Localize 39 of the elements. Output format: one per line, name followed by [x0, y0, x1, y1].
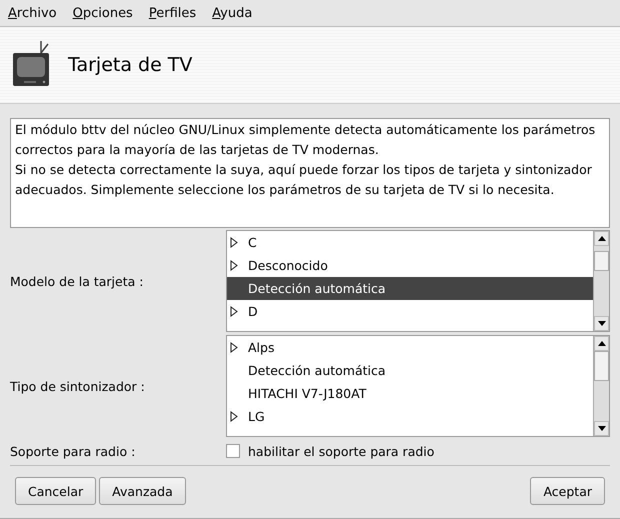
list-item[interactable]: C: [227, 231, 593, 254]
menu-item[interactable]: Perfiles: [148, 6, 196, 20]
list-box[interactable]: Alps Detección automática HITACHI V7-J180AT LG: [226, 335, 610, 437]
description-text: Si no se detecta correctamente la suya, aquí puede forzar los tipos de tarjeta y sintonizador adecuados. Simplemente seleccione los parámetros de su tarjeta de TV si lo necesita.: [15, 161, 593, 199]
list-item[interactable]: HITACHI V7-J180AT: [227, 382, 593, 405]
scroll-up-icon[interactable]: [598, 236, 606, 241]
list-item[interactable]: Detección automática: [227, 277, 593, 300]
expander-icon[interactable]: [230, 237, 238, 248]
menu-item[interactable]: Ayuda: [212, 6, 252, 20]
list-item[interactable]: D: [227, 300, 593, 323]
tv-icon: [12, 39, 50, 87]
checkbox[interactable]: [226, 444, 240, 458]
scroll-down-icon[interactable]: [598, 321, 606, 326]
expander-icon[interactable]: [230, 411, 238, 422]
dialog-button[interactable]: Cancelar: [15, 477, 96, 505]
scrollbar[interactable]: [593, 231, 609, 331]
menu-item[interactable]: Opciones: [72, 6, 133, 20]
expander-icon[interactable]: [230, 260, 238, 271]
scrollbar-thumb[interactable]: [594, 251, 609, 271]
checkbox-label[interactable]: habilitar el soporte para radio: [248, 444, 434, 458]
menu-item[interactable]: Archivo: [8, 6, 57, 20]
scrollbar-thumb[interactable]: [594, 351, 609, 381]
list-item[interactable]: Alps: [227, 336, 593, 359]
list-item[interactable]: LG: [227, 405, 593, 428]
list-item[interactable]: Detección automática: [227, 359, 593, 382]
list-box[interactable]: C Desconocido Detección automática D: [226, 230, 610, 332]
dialog-button[interactable]: Aceptar: [530, 477, 605, 505]
field-label: Soporte para radio :: [10, 444, 136, 458]
field-label: Tipo de sintonizador :: [10, 378, 146, 394]
description-text: El módulo bttv del núcleo GNU/Linux simplemente detecta automáticamente los parámetros correctos para la mayoría de las tarjetas de TV modernas.: [15, 121, 596, 159]
scroll-up-icon[interactable]: [598, 341, 606, 346]
scrollbar[interactable]: [593, 336, 609, 436]
dialog-button[interactable]: Avanzada: [99, 477, 186, 505]
expander-icon[interactable]: [230, 342, 238, 353]
expander-icon[interactable]: [230, 306, 238, 317]
page-title: Tarjeta de TV: [68, 54, 192, 76]
scroll-down-icon[interactable]: [598, 426, 606, 431]
field-label: Modelo de la tarjeta :: [10, 274, 144, 288]
list-item[interactable]: Desconocido: [227, 254, 593, 277]
